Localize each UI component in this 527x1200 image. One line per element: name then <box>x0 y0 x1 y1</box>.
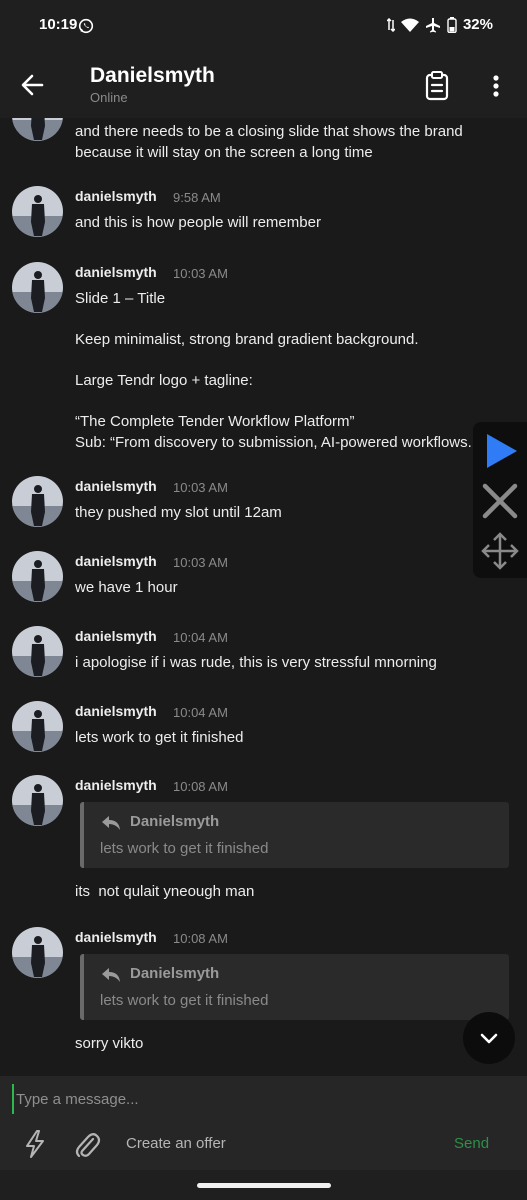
message-time: 10:04 AM <box>173 705 228 720</box>
message-line: and this is how people will remember <box>75 214 321 231</box>
avatar[interactable] <box>12 551 63 602</box>
create-offer-button[interactable]: Create an offer <box>126 1135 226 1152</box>
overlay-controls <box>473 422 527 578</box>
send-button[interactable]: Send <box>454 1135 489 1152</box>
wifi-icon <box>400 18 419 32</box>
message-text: its not qulait yneough man <box>75 882 254 903</box>
avatar-image <box>12 775 63 826</box>
battery-percent: 32% <box>462 16 493 33</box>
play-icon[interactable] <box>483 432 519 470</box>
message-text: and this is how people will remember <box>75 213 321 234</box>
message-author[interactable]: danielsmyth <box>75 264 157 280</box>
message-text: lets work to get it finished <box>75 728 243 749</box>
avatar-image <box>12 927 63 978</box>
airplane-icon <box>425 17 440 32</box>
message-line: sorry vikto <box>75 1035 144 1052</box>
status-bar: 10:19 32% <box>0 0 527 52</box>
message-author[interactable]: danielsmyth <box>75 703 157 719</box>
message-text: they pushed my slot until 12am <box>75 503 282 524</box>
message-line <box>75 310 472 331</box>
message-text: sorry vikto <box>75 1034 143 1055</box>
avatar[interactable] <box>12 262 63 313</box>
message-line: they pushed my slot until 12am <box>75 504 282 521</box>
avatar[interactable] <box>12 118 63 141</box>
status-time: 10:19 <box>39 16 78 33</box>
message-line: Slide 1 – Title <box>75 290 166 307</box>
clipboard-icon[interactable] <box>423 70 451 102</box>
back-arrow-icon[interactable] <box>18 70 52 100</box>
message-line: Keep minimalist, strong brand gradient b… <box>75 331 419 348</box>
message-line: Sub: “From discovery to submission, AI-p… <box>75 433 472 451</box>
flash-icon[interactable] <box>22 1129 48 1159</box>
status-icons: 32% <box>386 16 493 33</box>
message-time: 10:08 AM <box>173 779 228 794</box>
home-gesture-pill[interactable] <box>197 1183 331 1188</box>
quoted-reply[interactable]: Danielsmyth lets work to get it finished <box>80 802 509 868</box>
message-input[interactable] <box>12 1084 512 1114</box>
message-time: 10:03 AM <box>173 266 228 281</box>
reply-icon <box>102 968 120 982</box>
quoted-reply[interactable]: Danielsmyth lets work to get it finished <box>80 954 509 1020</box>
quoted-text: lets work to get it finished <box>100 840 269 857</box>
message-line: “The Complete Tender Workflow Platform” <box>75 413 355 430</box>
avatar[interactable] <box>12 775 63 826</box>
message-text: i apologise if i was rude, this is very … <box>75 653 437 674</box>
avatar-image <box>12 262 63 313</box>
whatsapp-icon <box>78 18 94 34</box>
avatar[interactable] <box>12 476 63 527</box>
message-author[interactable]: danielsmyth <box>75 478 157 494</box>
avatar[interactable] <box>12 927 63 978</box>
message-line: because it will stay on the screen a lon… <box>75 143 373 161</box>
battery-icon <box>447 16 457 33</box>
close-icon[interactable] <box>481 482 519 520</box>
chat-title[interactable]: Danielsmyth <box>90 64 215 88</box>
avatar[interactable] <box>12 626 63 677</box>
message-author[interactable]: danielsmyth <box>75 628 157 644</box>
message-time: 9:58 AM <box>173 190 221 205</box>
avatar-image <box>12 551 63 602</box>
quoted-author: Danielsmyth <box>130 965 220 982</box>
message-list[interactable]: and there needs to be a closing slide th… <box>0 118 527 1076</box>
message-author[interactable]: danielsmyth <box>75 188 157 204</box>
message-composer: Create an offer Send <box>0 1076 527 1170</box>
message-line <box>75 392 472 413</box>
message-time: 10:04 AM <box>173 630 228 645</box>
scroll-to-bottom-button[interactable] <box>463 1012 515 1064</box>
more-vertical-icon[interactable] <box>484 70 508 102</box>
chat-header: Danielsmyth Online <box>0 52 527 118</box>
avatar-image <box>12 476 63 527</box>
avatar-image <box>12 118 63 141</box>
message-time: 10:03 AM <box>173 480 228 495</box>
message-author[interactable]: danielsmyth <box>75 553 157 569</box>
system-nav-bar <box>0 1170 527 1200</box>
online-status: Online <box>90 90 128 105</box>
message-line <box>75 351 472 372</box>
message-text: we have 1 hour <box>75 578 178 599</box>
message-author[interactable]: danielsmyth <box>75 777 157 793</box>
quoted-author: Danielsmyth <box>130 813 220 830</box>
message-line: its not qulait yneough man <box>75 883 255 900</box>
message-text: Slide 1 – Title Keep minimalist, strong … <box>75 289 472 453</box>
chevron-down-icon <box>480 1033 498 1044</box>
paperclip-icon[interactable] <box>73 1129 101 1159</box>
message-text: and there needs to be a closing slide th… <box>75 122 463 163</box>
avatar-image <box>12 701 63 752</box>
move-icon[interactable] <box>481 532 519 570</box>
avatar-image <box>12 186 63 237</box>
avatar-image <box>12 626 63 677</box>
avatar[interactable] <box>12 701 63 752</box>
data-arrows-icon <box>386 17 395 32</box>
message-time: 10:03 AM <box>173 555 228 570</box>
avatar[interactable] <box>12 186 63 237</box>
message-author[interactable]: danielsmyth <box>75 929 157 945</box>
message-time: 10:08 AM <box>173 931 228 946</box>
message-line: and there needs to be a closing slide th… <box>75 123 463 140</box>
message-line: i apologise if i was rude, this is very … <box>75 654 437 671</box>
reply-icon <box>102 816 120 830</box>
message-line: Large Tendr logo + tagline: <box>75 372 253 389</box>
message-line: lets work to get it finished <box>75 729 244 746</box>
quoted-text: lets work to get it finished <box>100 992 269 1009</box>
message-line: we have 1 hour <box>75 579 178 596</box>
